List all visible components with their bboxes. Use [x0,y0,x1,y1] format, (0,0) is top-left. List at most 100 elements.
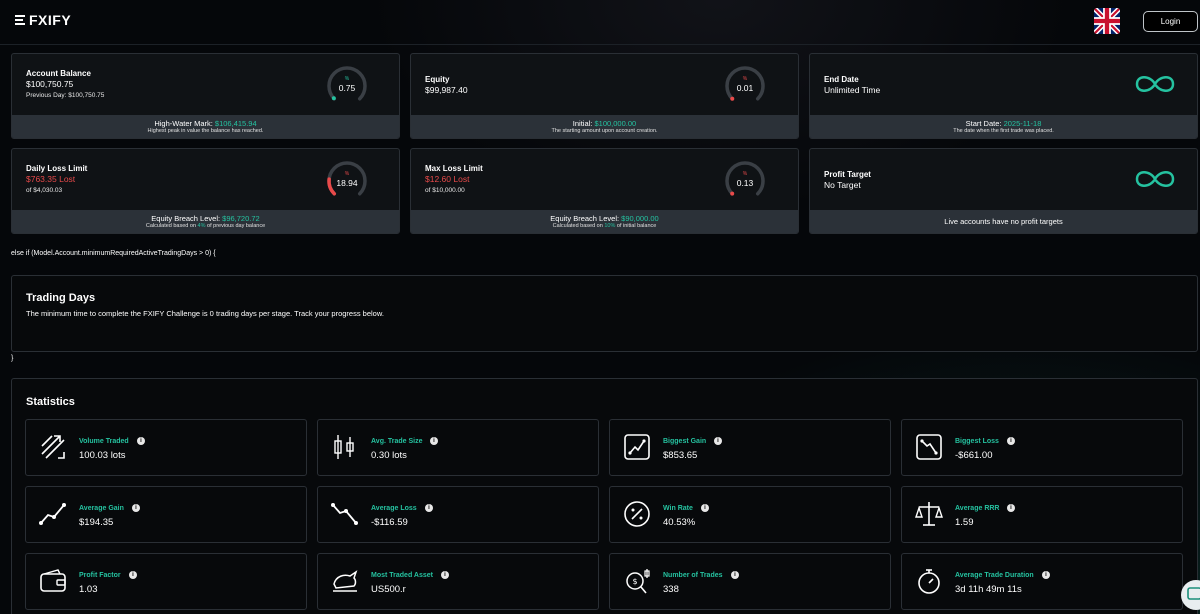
info-icon[interactable]: i [714,437,722,445]
stat-label: Biggest Gain [663,438,707,445]
uk-flag-icon[interactable] [1094,8,1120,34]
equity-value: $99,987.40 [425,85,468,95]
profit-target-footer: Live accounts have no profit targets [810,210,1197,233]
end-date-value: Unlimited Time [824,85,881,95]
chat-widget-button[interactable] [1181,580,1200,610]
foot-sub-pct: 4% [197,223,206,229]
line-up-icon [39,503,66,525]
fxify-logo[interactable]: FXIFY [15,12,71,28]
daily-loss-title: Daily Loss Limit [26,164,88,173]
stat-card-biggest-loss: Biggest Loss i -$661.00 [901,419,1183,476]
account-balance-value: $100,750.75 [26,79,74,89]
profit-target-note: Live accounts have no profit targets [944,217,1063,226]
equity-card: Equity $99,987.40 % 0.01 Initial: $100,0… [410,53,799,139]
info-icon[interactable]: i [425,504,433,512]
stat-card-win-rate: Win Rate i 40.53% [609,486,891,543]
info-icon[interactable]: i [441,571,449,579]
stat-value: 100.03 lots [79,450,126,461]
logo-mark-icon [15,15,25,25]
foot-description: The starting amount upon account creatio… [551,128,658,134]
gauge-percent-sign: % [742,76,748,82]
daily-loss-limit-card: Daily Loss Limit $763.35 Lost of $4,030.… [11,148,400,234]
profit-target-title: Profit Target [824,170,871,179]
start-date-footer: Start Date: 2025-11-18 The date when the… [810,115,1197,138]
info-icon[interactable]: i [1007,437,1015,445]
gauge-value: 0.13 [736,178,754,188]
foot-sub-a: Calculated based on [145,223,198,229]
stat-value: -$661.00 [955,450,993,461]
balance-gauge: % 0.75 [325,64,369,106]
stat-label: Average RRR [955,505,1000,512]
trading-days-description: The minimum time to complete the FXIFY C… [26,309,384,318]
stat-value: $194.35 [79,517,114,528]
foot-description: Calculated based on 10% of initial balan… [411,223,798,230]
previous-day-balance: Previous Day: $100,750.75 [26,92,105,99]
stat-card-number-of-trades: $ Number of Trades i 338 [609,553,891,610]
gauge-value: 18.94 [336,178,358,188]
info-icon[interactable]: i [731,571,739,579]
stat-value: -$116.59 [371,517,408,528]
info-icon[interactable]: i [430,437,438,445]
foot-sub-a: Calculated based on [552,223,605,229]
stat-label: Average Gain [79,505,124,512]
end-date-card: End Date Unlimited Time Start Date: 2025… [809,53,1198,139]
stat-label: Number of Trades [663,572,723,579]
trading-days-title: Trading Days [26,292,96,304]
stat-value: 1.59 [955,517,974,528]
stat-value: 0.30 lots [371,450,407,461]
stat-card-average-gain: Average Gain i $194.35 [25,486,307,543]
volume-arrows-icon [41,435,65,459]
infinity-icon [1135,76,1175,92]
info-icon[interactable]: i [129,571,137,579]
stat-value: 3d 11h 49m 11s [955,584,1022,595]
stat-card-most-traded-asset: Most Traded Asset i US500.r [317,553,599,610]
candlestick-icon [334,435,354,459]
foot-sub-pct: 10% [604,223,616,229]
trend-up-box-icon [624,434,650,460]
stat-label: Win Rate [663,505,693,512]
stat-card-average-rrr: Average RRR i 1.59 [901,486,1183,543]
stat-label: Profit Factor [79,572,121,579]
foot-sub-b: of previous day balance [205,223,266,229]
trading-days-card: Trading Days The minimum time to complet… [11,275,1198,352]
gauge-percent-sign: % [344,171,350,177]
foot-label: Start Date: [965,119,1004,128]
info-icon[interactable]: i [1007,504,1015,512]
login-button[interactable]: Login [1143,11,1198,32]
foot-sub-b: of initial balance [615,223,657,229]
percent-circle-icon [624,501,650,527]
foot-description: Calculated based on 4% of previous day b… [12,223,399,230]
stat-card-avg-trade-size: Avg. Trade Size i 0.30 lots [317,419,599,476]
statistics-title: Statistics [26,396,75,408]
max-breach-footer: Equity Breach Level: $90,000.00 Calculat… [411,210,798,233]
stat-label: Biggest Loss [955,438,999,445]
stat-card-profit-factor: Profit Factor i 1.03 [25,553,307,610]
daily-loss-gauge: % 18.94 [325,159,369,201]
equity-title: Equity [425,75,450,84]
foot-description: Highest peak in value the balance has re… [147,128,264,134]
max-loss-title: Max Loss Limit [425,164,483,173]
account-balance-card: Account Balance $100,750.75 Previous Day… [11,53,400,139]
code-open-line: else if (Model.Account.minimumRequiredAc… [11,250,216,257]
info-icon[interactable]: i [137,437,145,445]
stopwatch-icon [918,569,940,594]
account-balance-title: Account Balance [26,69,91,78]
scales-icon [915,502,943,526]
stat-value: US500.r [371,584,406,595]
info-icon[interactable]: i [701,504,709,512]
stat-card-average-trade-duration: Average Trade Duration i 3d 11h 49m 11s [901,553,1183,610]
stat-value: $853.65 [663,450,698,461]
equity-gauge: % 0.01 [723,64,767,106]
stat-label: Average Loss [371,505,417,512]
stat-card-volume-traded: Volume Traded i 100.03 lots [25,419,307,476]
initial-value: $100,000.00 [594,119,637,128]
info-icon[interactable]: i [1042,571,1050,579]
info-icon[interactable]: i [132,504,140,512]
stat-card-biggest-gain: Biggest Gain i $853.65 [609,419,891,476]
max-loss-gauge: % 0.13 [723,159,767,201]
foot-label: Initial: [572,119,595,128]
svg-text:$: $ [632,577,637,586]
initial-footer: Initial: $100,000.00 The starting amount… [411,115,798,138]
daily-breach-footer: Equity Breach Level: $96,720.72 Calculat… [12,210,399,233]
foot-label: Equity Breach Level: [550,214,622,223]
